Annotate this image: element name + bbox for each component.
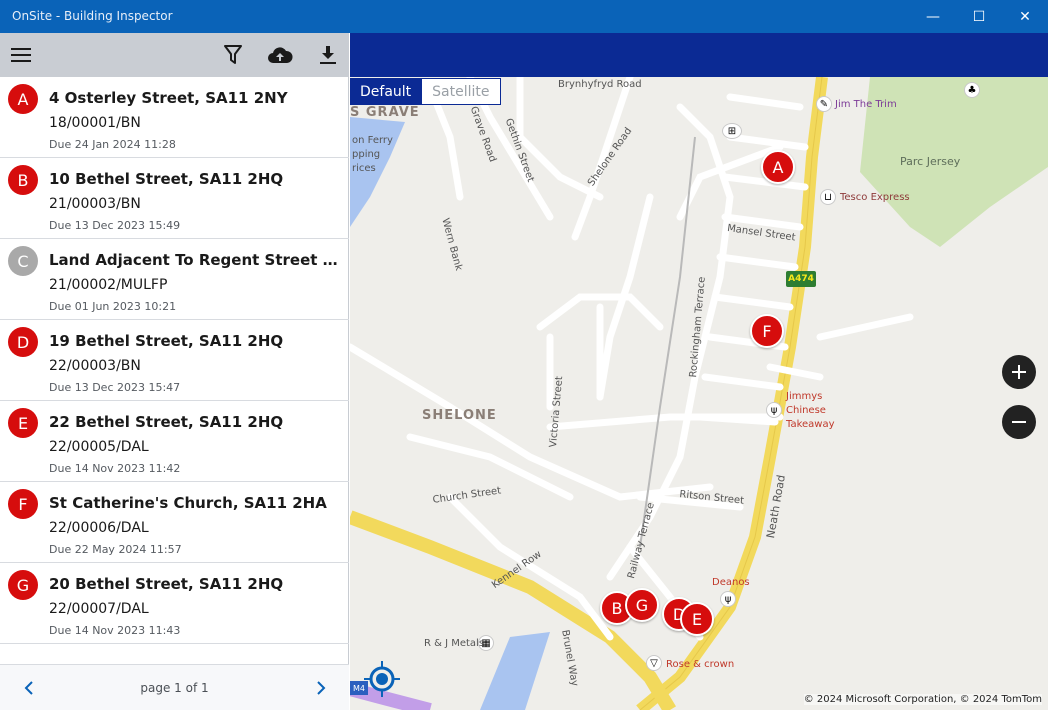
- due-text: Due 01 Jun 2023 10:21: [49, 300, 177, 313]
- shopping-cart-icon: ⊔: [820, 189, 836, 205]
- map-label-deanos: Deanos: [712, 577, 750, 588]
- park-icon: ♣: [964, 82, 980, 98]
- marker-badge: G: [8, 570, 38, 600]
- map-label-jimmys-3: Takeaway: [786, 419, 835, 430]
- marker-badge: A: [8, 84, 38, 114]
- reference-text: 21/00002/MULFP: [49, 277, 168, 293]
- list-item[interactable]: B 10 Bethel Street, SA11 2HQ 21/00003/BN…: [0, 158, 349, 239]
- map-copyright: © 2024 Microsoft Corporation, © 2024 Tom…: [803, 694, 1042, 705]
- map-pin-f[interactable]: F: [750, 314, 784, 348]
- tab-satellite[interactable]: Satellite: [421, 78, 501, 105]
- minimize-icon: —: [926, 8, 940, 25]
- due-text: Due 14 Nov 2023 11:43: [49, 624, 181, 637]
- upload-button[interactable]: [264, 39, 296, 71]
- list-item[interactable]: D 19 Bethel Street, SA11 2HQ 22/00003/BN…: [0, 320, 349, 401]
- map-label-grave: S GRAVE: [350, 105, 420, 120]
- cloud-upload-icon: [268, 47, 293, 63]
- map-label-rj-metals: R & J Metals: [424, 638, 485, 649]
- address-text: 20 Bethel Street, SA11 2HQ: [49, 575, 284, 593]
- next-page-button[interactable]: [310, 677, 332, 699]
- list-item[interactable]: G 20 Bethel Street, SA11 2HQ 22/00007/DA…: [0, 563, 349, 644]
- window-title: OnSite - Building Inspector: [12, 9, 173, 23]
- map-pin-a[interactable]: A: [761, 150, 795, 184]
- download-button[interactable]: [312, 39, 344, 71]
- map-label-ferry-1: on Ferry: [352, 135, 393, 146]
- menu-icon: [11, 48, 31, 62]
- due-text: Due 13 Dec 2023 15:49: [49, 219, 181, 232]
- close-button[interactable]: ✕: [1002, 0, 1048, 33]
- chevron-right-icon: [317, 681, 326, 695]
- map-label-jimmys-2: Chinese: [786, 405, 826, 416]
- list-item[interactable]: C Land Adjacent To Regent Street West, S…: [0, 239, 349, 320]
- bar-icon: ▽: [646, 655, 662, 671]
- marker-badge: F: [8, 489, 38, 519]
- toolbar: [0, 33, 349, 77]
- reference-text: 21/00003/BN: [49, 196, 141, 212]
- map-label-rose-and-crown: Rose & crown: [666, 659, 735, 670]
- marker-badge: C: [8, 246, 38, 276]
- bus-stop-icon: ⊞: [722, 123, 742, 139]
- locate-icon: [364, 661, 400, 697]
- inspection-list: A 4 Osterley Street, SA11 2NY 18/00001/B…: [0, 77, 349, 644]
- plus-icon: [1012, 365, 1026, 379]
- reference-text: 22/00007/DAL: [49, 601, 149, 617]
- zoom-out-button[interactable]: [1002, 405, 1036, 439]
- maximize-icon: ☐: [972, 8, 986, 25]
- restaurant-icon: ψ: [766, 402, 782, 418]
- due-text: Due 14 Nov 2023 11:42: [49, 462, 181, 475]
- barber-icon: ✎: [816, 96, 832, 112]
- address-text: 4 Osterley Street, SA11 2NY: [49, 89, 288, 107]
- map-label-jimmys-1: Jimmys: [786, 391, 823, 402]
- menu-button[interactable]: [5, 39, 37, 71]
- map-label-jim-the-trim: Jim The Trim: [835, 99, 897, 110]
- address-text: St Catherine's Church, SA11 2HA: [49, 494, 327, 512]
- filter-icon: [224, 45, 242, 64]
- filter-button[interactable]: [217, 39, 249, 71]
- map-label-tesco-express: Tesco Express: [840, 192, 910, 203]
- map-style-tabs: Default Satellite: [350, 78, 501, 105]
- address-text: 22 Bethel Street, SA11 2HQ: [49, 413, 284, 431]
- title-bar: OnSite - Building Inspector — ☐ ✕: [0, 0, 1048, 33]
- zoom-in-button[interactable]: [1002, 355, 1036, 389]
- tab-default[interactable]: Default: [350, 78, 422, 105]
- address-text: Land Adjacent To Regent Street West, SA1…: [49, 251, 345, 269]
- marker-badge: B: [8, 165, 38, 195]
- page-indicator: page 1 of 1: [140, 681, 209, 695]
- due-text: Due 13 Dec 2023 15:47: [49, 381, 181, 394]
- list-item[interactable]: F St Catherine's Church, SA11 2HA 22/000…: [0, 482, 349, 563]
- road-shield-a474: A474: [786, 271, 816, 287]
- due-text: Due 24 Jan 2024 11:28: [49, 138, 176, 151]
- map-label-shelone: SHELONE: [422, 408, 497, 423]
- locate-me-button[interactable]: [364, 661, 400, 697]
- restaurant-icon: ψ: [720, 591, 736, 607]
- map-pin-g[interactable]: G: [625, 588, 659, 622]
- maximize-button[interactable]: ☐: [956, 0, 1002, 33]
- reference-text: 22/00006/DAL: [49, 520, 149, 536]
- map-pin-e[interactable]: E: [680, 602, 714, 636]
- map-panel: Default Satellite Brynhyfryd Road S GRAV…: [350, 33, 1048, 710]
- minus-icon: [1012, 421, 1026, 423]
- map-label-ferry-2: pping: [352, 149, 381, 160]
- due-text: Due 22 May 2024 11:57: [49, 543, 182, 556]
- close-icon: ✕: [1019, 8, 1031, 25]
- reference-text: 22/00003/BN: [49, 358, 141, 374]
- address-text: 19 Bethel Street, SA11 2HQ: [49, 332, 284, 350]
- minimize-button[interactable]: —: [910, 0, 956, 33]
- map-label-ferry-3: rices: [352, 163, 376, 174]
- address-text: 10 Bethel Street, SA11 2HQ: [49, 170, 284, 188]
- map-label-brynhyfryd-road: Brynhyfryd Road: [558, 79, 642, 90]
- list-item[interactable]: A 4 Osterley Street, SA11 2NY 18/00001/B…: [0, 77, 349, 158]
- reference-text: 22/00005/DAL: [49, 439, 149, 455]
- map-header: [350, 33, 1048, 77]
- reference-text: 18/00001/BN: [49, 115, 141, 131]
- marker-badge: D: [8, 327, 38, 357]
- inspection-panel: A 4 Osterley Street, SA11 2NY 18/00001/B…: [0, 33, 349, 710]
- download-icon: [320, 46, 336, 64]
- list-item[interactable]: E 22 Bethel Street, SA11 2HQ 22/00005/DA…: [0, 401, 349, 482]
- map-label-parc-jersey: Parc Jersey: [900, 155, 961, 168]
- pager: page 1 of 1: [0, 664, 349, 710]
- map-canvas[interactable]: Brynhyfryd Road S GRAVE Gethin Street Gr…: [350, 77, 1048, 710]
- marker-badge: E: [8, 408, 38, 438]
